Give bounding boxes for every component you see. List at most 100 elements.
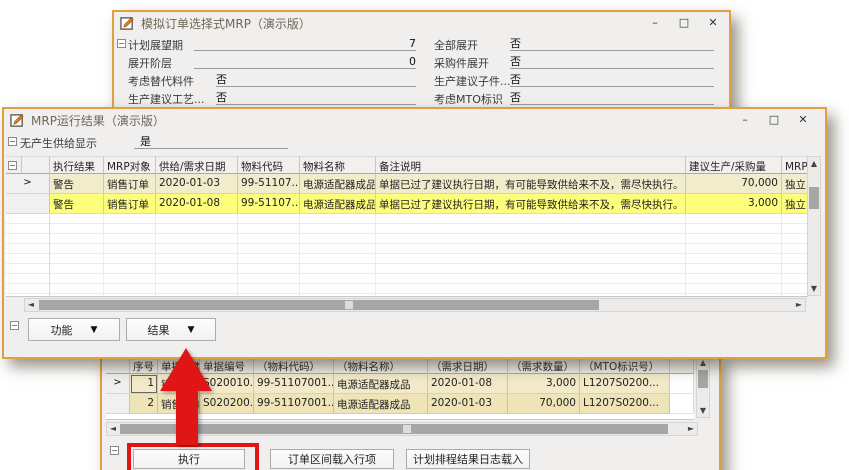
scroll-right-icon[interactable]: ► [685, 423, 697, 435]
window-mrp-result: MRP运行结果（演示版） – □ ✕ − 无产生供给显示 是 − 执行结果 MR… [2, 107, 827, 359]
cell-material-name[interactable]: 电源适配器成品 [300, 174, 376, 194]
result-grid-header: − 执行结果 MRP对象 供给/需求日期 物料代码 物料名称 备注说明 建议生产… [6, 156, 808, 174]
col-header[interactable]: 物料代码 [238, 156, 300, 174]
button-label: 功能 [51, 322, 73, 338]
grid-empty-area [6, 214, 808, 297]
collapse-icon[interactable]: − [110, 446, 119, 455]
cell-mto-id[interactable]: L1207S0200... [580, 374, 670, 394]
field-mto-flag[interactable]: 否 [510, 90, 714, 105]
cell-material-name[interactable]: 电源适配器成品 [334, 374, 428, 394]
field-process-suggest[interactable]: 否 [216, 90, 416, 105]
function-dropdown-button[interactable]: 功能 ▼ [28, 318, 120, 341]
field-label: 考虑替代料件 [128, 73, 194, 89]
edit-icon [120, 16, 135, 31]
cell-mrp-type[interactable]: 独立 [782, 174, 808, 194]
window-title: 模拟订单选择式MRP（演示版） [141, 15, 311, 32]
cell-remark[interactable]: 单据已过了建议执行日期，有可能导致供给来不及，需尽快执行。 [376, 194, 686, 214]
cell-date[interactable]: 2020-01-08 [156, 194, 238, 214]
load-schedule-log-button[interactable]: 计划排程结果日志载入 [406, 449, 530, 469]
cell-mrp-object[interactable]: 销售订单 [104, 194, 156, 214]
field-label: 生产建议子件... [434, 73, 511, 89]
cell-suggest-qty[interactable]: 3,000 [686, 194, 782, 214]
cell-material-code[interactable]: 99-51107001... [254, 394, 334, 414]
scroll-right-icon[interactable]: ► [793, 299, 805, 311]
vertical-scrollbar[interactable]: ▲ ▼ [807, 156, 821, 296]
field-expand-all[interactable]: 否 [510, 36, 714, 51]
collapse-icon[interactable]: − [8, 161, 17, 170]
cell-demand-date[interactable]: 2020-01-08 [428, 374, 508, 394]
col-header[interactable]: 执行结果 [50, 156, 104, 174]
result-dropdown-button[interactable]: 结果 ▼ [126, 318, 216, 341]
cell-material-code[interactable]: 99-51107001... [254, 374, 334, 394]
minimize-button[interactable]: – [649, 17, 661, 29]
param-value[interactable]: 是 [134, 134, 288, 149]
scrollbar-thumb[interactable] [698, 370, 708, 388]
expander-header[interactable]: − [6, 156, 22, 174]
table-row[interactable]: > 警告 销售订单 2020-01-03 99-51107... 电源适配器成品… [6, 174, 808, 194]
scroll-up-icon[interactable]: ▲ [808, 158, 820, 170]
field-purchase-expand[interactable]: 否 [510, 54, 714, 69]
load-order-range-button[interactable]: 订单区间载入行项 [270, 449, 394, 469]
horizontal-scrollbar[interactable]: ◄ ► [24, 298, 806, 312]
field-substitute[interactable]: 否 [216, 72, 416, 87]
scroll-left-icon[interactable]: ◄ [25, 299, 37, 311]
field-child-suggest[interactable]: 否 [510, 72, 714, 87]
maximize-button[interactable]: □ [768, 114, 780, 126]
collapse-icon[interactable]: − [117, 39, 126, 48]
cell-demand-qty[interactable]: 3,000 [508, 374, 580, 394]
titlebar: MRP运行结果（演示版） – □ ✕ [4, 109, 825, 131]
param-label: 无产生供给显示 [20, 135, 97, 151]
close-button[interactable]: ✕ [797, 114, 809, 126]
field-expand-level[interactable]: 0 [194, 54, 416, 69]
cell-material-code[interactable]: 99-51107... [238, 174, 300, 194]
table-row[interactable]: 警告 销售订单 2020-01-08 99-51107... 电源适配器成品 单… [6, 194, 808, 214]
cell-mrp-object[interactable]: 销售订单 [104, 174, 156, 194]
highlight-rectangle [127, 443, 259, 470]
chevron-down-icon: ▼ [91, 325, 98, 335]
cell-exec-result[interactable]: 警告 [50, 194, 104, 214]
col-header[interactable]: 备注说明 [376, 156, 686, 174]
col-header[interactable]: 物料名称 [300, 156, 376, 174]
col-header[interactable]: 建议生产/采购量 [686, 156, 782, 174]
screen: 模拟订单选择式MRP（演示版） – □ ✕ − 计划展望期 7 展开阶层 0 考… [0, 0, 849, 470]
cell-material-code[interactable]: 99-51107... [238, 194, 300, 214]
field-label: 考虑MTO标识 [434, 91, 503, 107]
row-pointer [6, 194, 50, 214]
cell-material-name[interactable]: 电源适配器成品 [334, 394, 428, 414]
scrollbar-grip [345, 301, 353, 309]
cell-exec-result[interactable]: 警告 [50, 174, 104, 194]
row-selector-header [22, 156, 50, 174]
row-pointer: > [6, 174, 50, 194]
cell-demand-qty[interactable]: 70,000 [508, 394, 580, 414]
field-plan-horizon[interactable]: 7 [194, 36, 416, 51]
field-label: 展开阶层 [128, 55, 172, 71]
collapse-icon[interactable]: − [10, 321, 19, 330]
field-label: 生产建议工艺... [128, 91, 205, 107]
scroll-down-icon[interactable]: ▼ [808, 283, 820, 295]
minimize-button[interactable]: – [739, 114, 751, 126]
close-button[interactable]: ✕ [707, 17, 719, 29]
scrollbar-thumb[interactable] [809, 187, 819, 209]
cell-mrp-type[interactable]: 独立 [782, 194, 808, 214]
cell-material-name[interactable]: 电源适配器成品 [300, 194, 376, 214]
cell-suggest-qty[interactable]: 70,000 [686, 174, 782, 194]
maximize-button[interactable]: □ [678, 17, 690, 29]
button-label: 结果 [148, 322, 170, 338]
col-header[interactable]: MRP对象 [104, 156, 156, 174]
field-label: 计划展望期 [128, 37, 183, 53]
cell-remark[interactable]: 单据已过了建议执行日期，有可能导致供给来不及，需尽快执行。 [376, 174, 686, 194]
scroll-down-icon[interactable]: ▼ [697, 405, 709, 417]
cell-mto-id[interactable]: L1207S0200... [580, 394, 670, 414]
cell-demand-date[interactable]: 2020-01-03 [428, 394, 508, 414]
scrollbar-thumb[interactable] [39, 300, 599, 310]
edit-icon [10, 113, 25, 128]
cell-date[interactable]: 2020-01-03 [156, 174, 238, 194]
vertical-scrollbar[interactable]: ▲ ▼ [696, 356, 710, 418]
chevron-down-icon: ▼ [188, 325, 195, 335]
scroll-left-icon[interactable]: ◄ [107, 423, 119, 435]
col-header[interactable]: MRP类型 [782, 156, 808, 174]
col-header[interactable]: 供给/需求日期 [156, 156, 238, 174]
collapse-icon[interactable]: − [8, 137, 17, 146]
titlebar: 模拟订单选择式MRP（演示版） – □ ✕ [114, 12, 729, 34]
field-label: 采购件展开 [434, 55, 489, 71]
